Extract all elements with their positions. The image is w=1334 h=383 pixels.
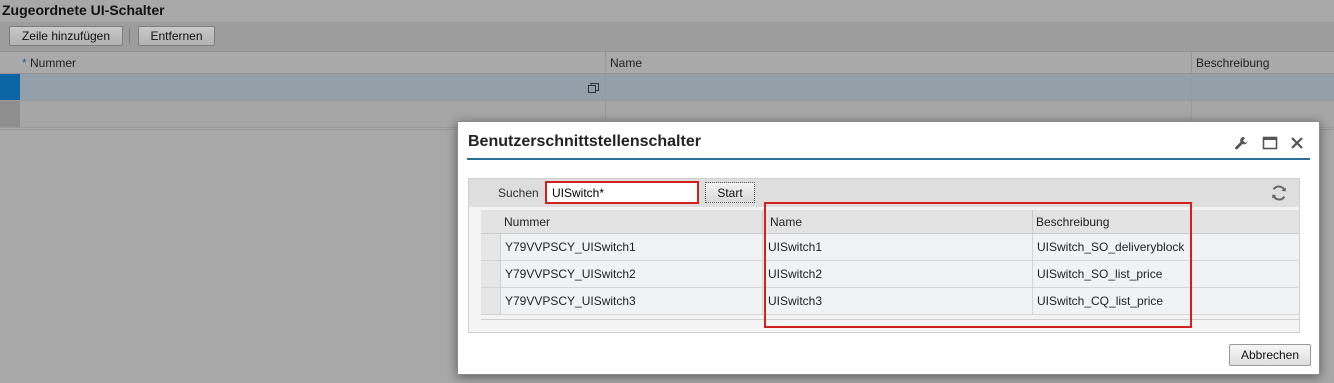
column-header-nummer[interactable]: * Nummer	[18, 52, 76, 74]
column-divider	[762, 234, 763, 260]
results-list: Y79VVPSCY_UISwitch1 UISwitch1 UISwitch_S…	[481, 234, 1299, 315]
results-footer	[481, 316, 1299, 320]
cell-nummer: Y79VVPSCY_UISwitch2	[505, 267, 636, 281]
search-bar: Suchen Start	[469, 179, 1299, 207]
table-row[interactable]	[0, 74, 1334, 101]
row-selector[interactable]	[0, 101, 20, 127]
cell-beschreibung: UISwitch_SO_deliveryblock	[1037, 240, 1185, 254]
column-divider	[762, 261, 763, 287]
table-header: * Nummer Name Beschreibung	[0, 51, 1334, 74]
cell-beschreibung: UISwitch_SO_list_price	[1037, 267, 1163, 281]
cell-name: UISwitch1	[768, 240, 823, 254]
row-selector[interactable]	[481, 261, 501, 287]
value-help-dialog: Benutzerschnittstellenschalter Suchen St…	[457, 121, 1320, 375]
table-row[interactable]: Y79VVPSCY_UISwitch2 UISwitch2 UISwitch_S…	[481, 261, 1299, 288]
cell-beschreibung: UISwitch_CQ_list_price	[1037, 294, 1164, 308]
title-rule	[467, 158, 1310, 160]
column-divider	[762, 210, 763, 233]
cell-name: UISwitch2	[768, 267, 823, 281]
page-title: Zugeordnete UI-Schalter	[2, 2, 165, 18]
dialog-title: Benutzerschnittstellenschalter	[468, 133, 701, 150]
toolbar-separator	[129, 28, 130, 44]
maximize-icon[interactable]	[1262, 135, 1278, 151]
required-marker: *	[22, 56, 27, 70]
row-selector[interactable]	[481, 288, 501, 314]
search-input[interactable]	[545, 181, 699, 204]
cell-nummer: Y79VVPSCY_UISwitch3	[505, 294, 636, 308]
remove-button[interactable]: Entfernen	[138, 26, 215, 46]
close-icon[interactable]	[1289, 135, 1305, 151]
column-header-name[interactable]: Name	[767, 210, 802, 234]
row-selector[interactable]	[0, 74, 20, 100]
refresh-icon[interactable]	[1269, 183, 1289, 203]
cancel-button[interactable]: Abbrechen	[1229, 344, 1311, 366]
wrench-icon[interactable]	[1233, 135, 1249, 151]
results-header: Nummer Name Beschreibung	[481, 210, 1299, 234]
search-panel: Suchen Start Nummer Name Beschreibung	[468, 178, 1300, 333]
assigned-switches-table: * Nummer Name Beschreibung	[0, 51, 1334, 128]
column-header-beschreibung[interactable]: Beschreibung	[1033, 210, 1109, 234]
value-help-icon[interactable]	[588, 82, 599, 93]
cell-name: UISwitch3	[768, 294, 823, 308]
column-divider	[1191, 74, 1192, 100]
column-header-nummer[interactable]: Nummer	[501, 210, 550, 234]
row-selector[interactable]	[481, 234, 501, 260]
add-row-button[interactable]: Zeile hinzufügen	[9, 26, 123, 46]
search-label: Suchen	[498, 186, 539, 200]
table-toolbar: Zeile hinzufügen Entfernen	[0, 22, 1334, 51]
column-header-name[interactable]: Name	[606, 52, 642, 74]
column-label: Nummer	[30, 56, 77, 70]
table-row[interactable]: Y79VVPSCY_UISwitch1 UISwitch1 UISwitch_S…	[481, 234, 1299, 261]
table-row[interactable]: Y79VVPSCY_UISwitch3 UISwitch3 UISwitch_C…	[481, 288, 1299, 315]
column-divider	[762, 288, 763, 314]
start-button[interactable]: Start	[705, 182, 755, 203]
dialog-toolbar	[1233, 135, 1307, 151]
column-divider	[605, 74, 606, 100]
column-header-beschreibung[interactable]: Beschreibung	[1192, 52, 1269, 74]
cell-nummer: Y79VVPSCY_UISwitch1	[505, 240, 636, 254]
